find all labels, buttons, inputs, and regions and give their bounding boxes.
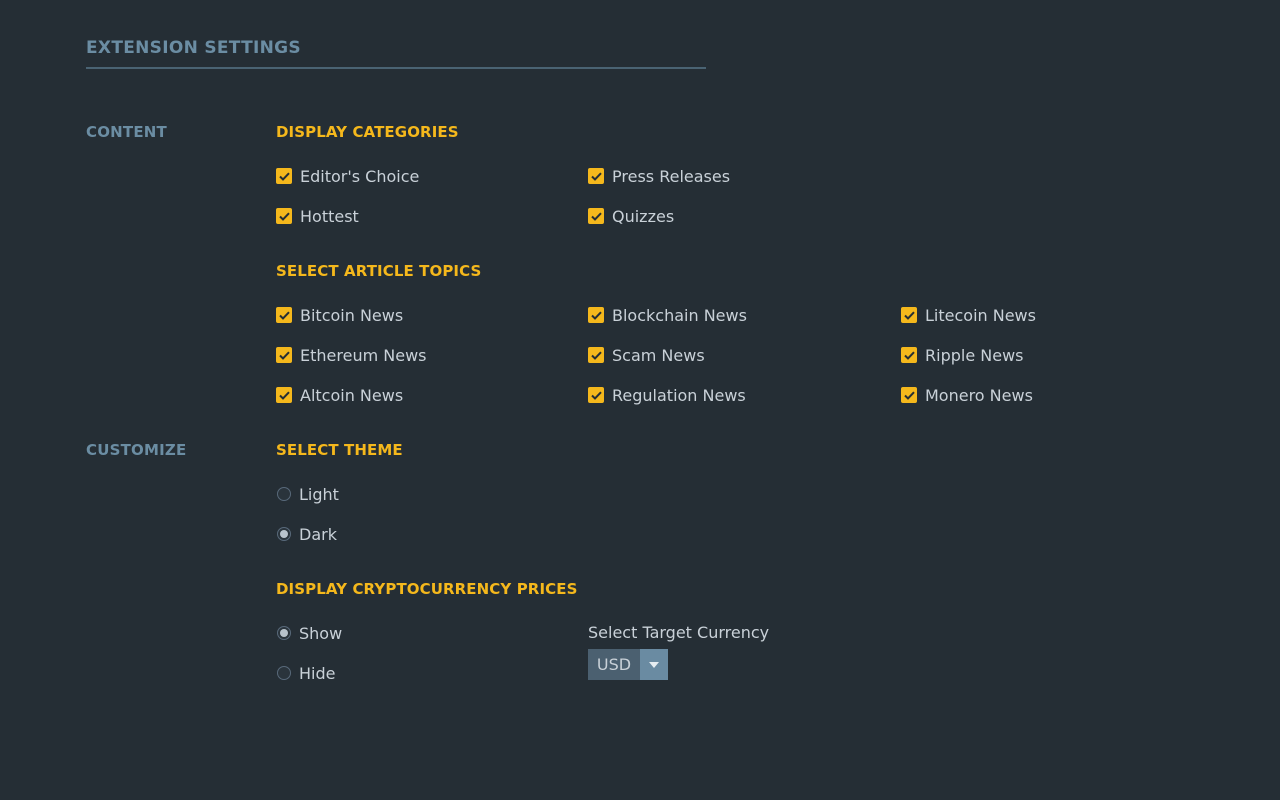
page-title: EXTENSION SETTINGS <box>86 38 301 58</box>
checkbox-checked-icon[interactable] <box>588 307 604 323</box>
checkbox-blockchain-news[interactable]: Blockchain News <box>588 304 747 326</box>
checkbox-checked-icon[interactable] <box>276 307 292 323</box>
settings-page: EXTENSION SETTINGS CONTENT DISPLAY CATEG… <box>0 0 1280 800</box>
radio-selected-icon[interactable] <box>277 626 291 640</box>
title-divider <box>86 67 706 69</box>
radio-prices-hide[interactable]: Hide <box>277 662 335 684</box>
caret-down-icon <box>649 661 659 668</box>
crypto-prices-heading: DISPLAY CRYPTOCURRENCY PRICES <box>276 580 578 598</box>
checkbox-editors-choice[interactable]: Editor's Choice <box>276 165 419 187</box>
checkbox-label: Ripple News <box>925 345 1024 365</box>
checkbox-label: Hottest <box>300 206 359 226</box>
checkbox-label: Scam News <box>612 345 705 365</box>
radio-dot <box>280 629 288 637</box>
checkbox-label: Ethereum News <box>300 345 427 365</box>
checkbox-label: Editor's Choice <box>300 166 420 186</box>
checkbox-regulation-news[interactable]: Regulation News <box>588 384 746 406</box>
checkbox-checked-icon[interactable] <box>901 347 917 363</box>
display-categories-heading: DISPLAY CATEGORIES <box>276 123 459 141</box>
radio-label: Light <box>299 484 339 504</box>
checkbox-checked-icon[interactable] <box>588 168 604 184</box>
radio-prices-show[interactable]: Show <box>277 622 342 644</box>
checkbox-label: Press Releases <box>612 166 731 186</box>
section-label-customize: CUSTOMIZE <box>86 441 187 459</box>
checkbox-checked-icon[interactable] <box>901 387 917 403</box>
checkbox-label: Litecoin News <box>925 305 1036 325</box>
checkbox-scam-news[interactable]: Scam News <box>588 344 705 366</box>
currency-select-value[interactable]: USD <box>588 649 640 680</box>
checkbox-checked-icon[interactable] <box>588 208 604 224</box>
checkbox-monero-news[interactable]: Monero News <box>901 384 1033 406</box>
checkbox-ethereum-news[interactable]: Ethereum News <box>276 344 426 366</box>
checkbox-ripple-news[interactable]: Ripple News <box>901 344 1023 366</box>
currency-select[interactable]: USD <box>588 649 668 680</box>
checkbox-hottest[interactable]: Hottest <box>276 205 359 227</box>
checkbox-litecoin-news[interactable]: Litecoin News <box>901 304 1036 326</box>
radio-label: Show <box>299 623 343 643</box>
checkbox-press-releases[interactable]: Press Releases <box>588 165 730 187</box>
checkbox-checked-icon[interactable] <box>276 168 292 184</box>
checkbox-label: Monero News <box>925 385 1033 405</box>
checkbox-checked-icon[interactable] <box>276 387 292 403</box>
checkbox-label: Altcoin News <box>300 385 404 405</box>
target-currency-label: Select Target Currency <box>588 623 770 642</box>
checkbox-altcoin-news[interactable]: Altcoin News <box>276 384 403 406</box>
radio-selected-icon[interactable] <box>277 527 291 541</box>
article-topics-heading: SELECT ARTICLE TOPICS <box>276 262 482 280</box>
select-theme-heading: SELECT THEME <box>276 441 403 459</box>
checkbox-label: Quizzes <box>612 206 675 226</box>
checkbox-quizzes[interactable]: Quizzes <box>588 205 674 227</box>
radio-label: Hide <box>299 663 336 683</box>
section-label-content: CONTENT <box>86 123 167 141</box>
radio-dot <box>280 530 288 538</box>
radio-unselected-icon[interactable] <box>277 666 291 680</box>
checkbox-label: Regulation News <box>612 385 746 405</box>
checkbox-bitcoin-news[interactable]: Bitcoin News <box>276 304 403 326</box>
checkbox-label: Bitcoin News <box>300 305 404 325</box>
checkbox-label: Blockchain News <box>612 305 747 325</box>
radio-unselected-icon[interactable] <box>277 487 291 501</box>
checkbox-checked-icon[interactable] <box>276 208 292 224</box>
checkbox-checked-icon[interactable] <box>901 307 917 323</box>
radio-theme-dark[interactable]: Dark <box>277 523 337 545</box>
checkbox-checked-icon[interactable] <box>588 387 604 403</box>
dropdown-button[interactable] <box>640 649 668 680</box>
checkbox-checked-icon[interactable] <box>276 347 292 363</box>
radio-theme-light[interactable]: Light <box>277 483 339 505</box>
checkbox-checked-icon[interactable] <box>588 347 604 363</box>
radio-label: Dark <box>299 524 337 544</box>
